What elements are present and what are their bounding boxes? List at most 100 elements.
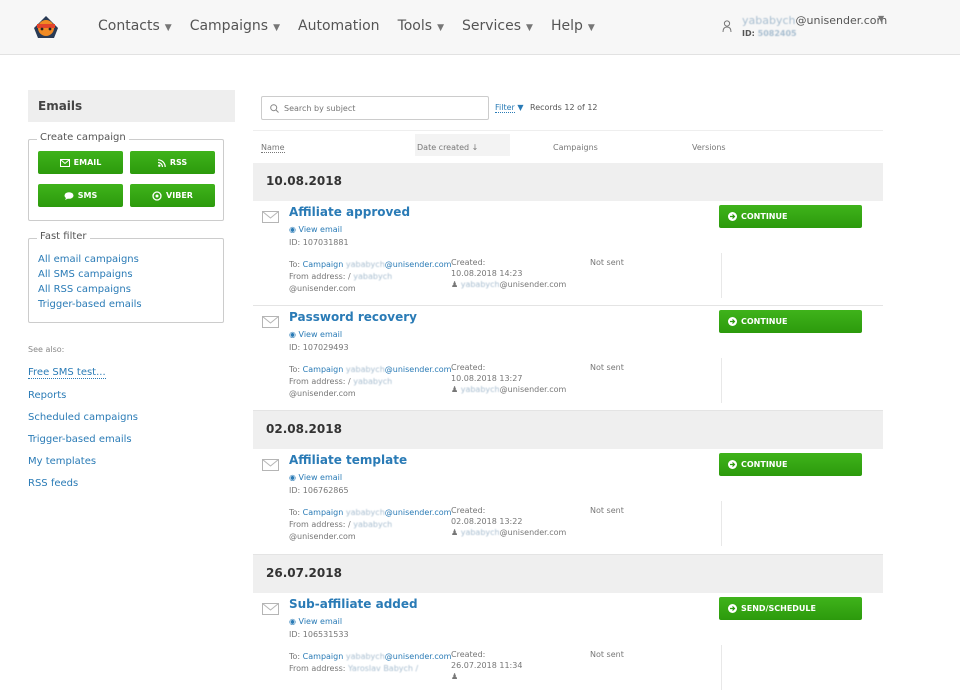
column-name[interactable]: Name [261, 143, 285, 153]
date-group-header: 26.07.2018 [253, 555, 883, 593]
from-address-domain: @unisender.com [289, 532, 356, 541]
date-group-header: 02.08.2018 [253, 411, 883, 449]
envelope-icon [262, 603, 279, 615]
envelope-icon [262, 316, 279, 328]
envelope-icon [262, 459, 279, 471]
chevron-down-icon: ▼ [587, 23, 595, 33]
send-schedule-button[interactable]: SEND/SCHEDULE [719, 597, 862, 620]
recipient-info: To: Campaign yababych@unisender.com From… [289, 365, 452, 398]
eye-icon: ◉ [289, 473, 296, 482]
column-versions: Versions [692, 143, 726, 152]
column-date-created[interactable]: Date created ↓ [415, 134, 510, 156]
campaign-list-link[interactable]: Campaign yababych [303, 508, 385, 517]
envelope-icon [262, 211, 279, 223]
sidebar: Emails Create campaign EMAIL RSS SMS VIB… [28, 90, 235, 489]
status-text: Not sent [590, 506, 624, 515]
nav-services[interactable]: Services ▼ [462, 18, 533, 34]
chevron-down-icon[interactable]: ▼ [878, 14, 884, 23]
created-info: Created: 10.08.2018 14:23 ♟ yababych@uni… [451, 258, 567, 289]
status-text: Not sent [590, 258, 624, 267]
envelope-icon [59, 158, 70, 167]
search-input[interactable] [284, 103, 474, 113]
divider [721, 645, 722, 690]
filter-all-email-campaigns[interactable]: All email campaigns [38, 252, 223, 267]
create-email-button[interactable]: EMAIL [38, 151, 123, 174]
filter-dropdown[interactable]: Filter ▼ [495, 103, 524, 113]
campaign-title[interactable]: Affiliate approved [289, 205, 410, 219]
campaign-list-link[interactable]: Campaign yababych [303, 365, 385, 374]
created-info: Created: 02.08.2018 13:22 ♟ yababych@uni… [451, 506, 567, 537]
nav-contacts[interactable]: Contacts ▼ [98, 18, 172, 34]
campaign-list-link[interactable]: Campaign yababych [303, 652, 385, 661]
filter-all-sms-campaigns[interactable]: All SMS campaigns [38, 267, 223, 282]
user-icon: ♟ [451, 672, 459, 681]
chevron-down-icon: ▼ [437, 23, 444, 33]
chevron-down-icon: ▼ [273, 23, 281, 33]
from-address-domain: @unisender.com [289, 389, 356, 398]
view-email-link[interactable]: ◉ View email [289, 617, 342, 626]
my-templates-link[interactable]: My templates [28, 456, 235, 467]
nav-help[interactable]: Help ▼ [551, 18, 595, 34]
nav-campaigns[interactable]: Campaigns ▼ [190, 18, 280, 34]
eye-icon: ◉ [289, 225, 296, 234]
arrow-right-circle-icon [728, 212, 737, 221]
arrow-right-circle-icon [728, 317, 737, 326]
status-text: Not sent [590, 363, 624, 372]
campaign-list-link[interactable]: Campaign yababych [303, 260, 385, 269]
divider [721, 358, 722, 403]
campaign-row: Affiliate approved ◉ View email ID: 1070… [253, 201, 883, 306]
records-count: Records 12 of 12 [530, 103, 598, 112]
unisender-logo-icon[interactable] [30, 10, 62, 42]
create-sms-button[interactable]: SMS [38, 184, 123, 207]
viber-icon [152, 190, 162, 201]
created-info: Created: 26.07.2018 11:34 ♟ [451, 650, 523, 681]
nav-automation[interactable]: Automation [298, 18, 380, 34]
eye-icon: ◉ [289, 617, 296, 626]
top-navigation-bar: Contacts ▼ Campaigns ▼ Automation Tools ▼ Servi… [0, 0, 960, 55]
recipient-info: To: Campaign yababych@unisender.com From… [289, 508, 452, 541]
campaign-title[interactable]: Password recovery [289, 310, 417, 324]
search-box[interactable] [261, 96, 489, 120]
create-viber-button[interactable]: VIBER [130, 184, 215, 207]
campaign-title[interactable]: Sub-affiliate added [289, 597, 418, 611]
fast-filter-legend: Fast filter [37, 231, 90, 242]
create-campaign-panel: Create campaign EMAIL RSS SMS VIBER [28, 132, 224, 221]
rss-icon [157, 158, 166, 167]
view-email-link[interactable]: ◉ View email [289, 330, 342, 339]
free-sms-test-link[interactable]: Free SMS test... [28, 367, 106, 379]
eye-icon: ◉ [289, 330, 296, 339]
reports-link[interactable]: Reports [28, 390, 235, 401]
user-icon: ♟ [451, 385, 459, 394]
campaign-title[interactable]: Affiliate template [289, 453, 407, 467]
sidebar-title: Emails [28, 90, 235, 122]
continue-button[interactable]: CONTINUE [719, 205, 862, 228]
account-id: ID: 5082405 [742, 29, 797, 38]
rss-feeds-link[interactable]: RSS feeds [28, 478, 235, 489]
filter-all-rss-campaigns[interactable]: All RSS campaigns [38, 282, 223, 297]
column-headers: Name Date created ↓ Campaigns Versions [253, 130, 883, 162]
chevron-down-icon: ▼ [526, 23, 533, 33]
created-info: Created: 10.08.2018 13:27 ♟ yababych@uni… [451, 363, 567, 394]
user-icon: ♟ [451, 280, 459, 289]
status-text: Not sent [590, 650, 624, 659]
user-icon [722, 20, 732, 32]
campaign-id: ID: 106531533 [289, 630, 349, 639]
continue-button[interactable]: CONTINUE [719, 453, 862, 476]
date-group-header: 10.08.2018 [253, 163, 883, 201]
campaign-row: Password recovery ◉ View email ID: 10702… [253, 306, 883, 411]
arrow-right-circle-icon [728, 460, 737, 469]
filter-trigger-based-emails[interactable]: Trigger-based emails [38, 297, 223, 312]
continue-button[interactable]: CONTINUE [719, 310, 862, 333]
fast-filter-panel: Fast filter All email campaigns All SMS … [28, 231, 224, 323]
scheduled-campaigns-link[interactable]: Scheduled campaigns [28, 412, 235, 423]
trigger-based-emails-link[interactable]: Trigger-based emails [28, 434, 235, 445]
from-address-domain: @unisender.com [289, 284, 356, 293]
view-email-link[interactable]: ◉ View email [289, 473, 342, 482]
chevron-down-icon: ▼ [164, 23, 172, 33]
nav-tools[interactable]: Tools ▼ [398, 18, 444, 34]
create-rss-button[interactable]: RSS [130, 151, 215, 174]
chat-bubble-icon [64, 191, 74, 200]
arrow-right-circle-icon [728, 604, 737, 613]
campaign-id: ID: 107031881 [289, 238, 349, 247]
view-email-link[interactable]: ◉ View email [289, 225, 342, 234]
